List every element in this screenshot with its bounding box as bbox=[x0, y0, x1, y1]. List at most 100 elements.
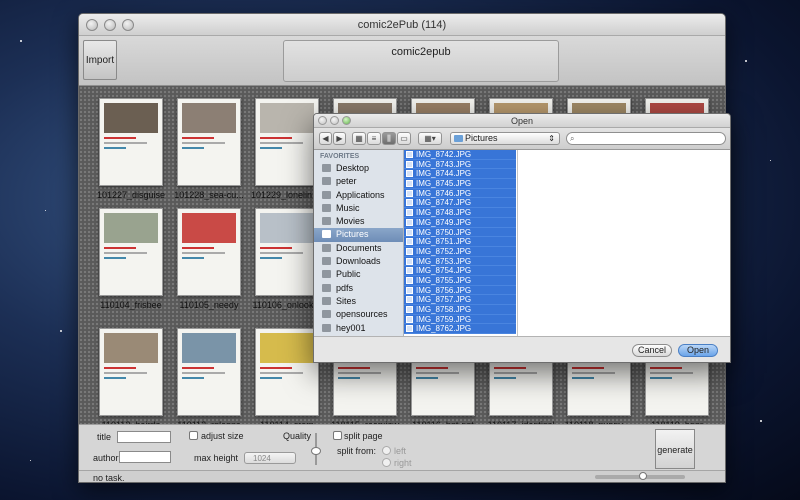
sidebar-item-desktop[interactable]: Desktop bbox=[314, 162, 403, 175]
cancel-button[interactable]: Cancel bbox=[632, 344, 672, 357]
image-file-icon bbox=[406, 180, 413, 188]
file-item[interactable]: IMG_8745.JPG bbox=[404, 179, 516, 189]
file-item[interactable]: IMG_8758.JPG bbox=[404, 305, 516, 315]
icon-view-button[interactable]: ▦ bbox=[352, 132, 366, 145]
file-name: IMG_8748.JPG bbox=[416, 208, 472, 218]
folder-icon bbox=[322, 177, 331, 186]
comic-thumbnail[interactable]: 110112_hairdo bbox=[95, 328, 167, 430]
thumbnail-image bbox=[182, 333, 236, 363]
star bbox=[770, 160, 771, 161]
sidebar-item-pictures[interactable]: Pictures bbox=[314, 228, 403, 242]
sidebar-item-hey001[interactable]: hey001 bbox=[314, 322, 403, 335]
sidebar-item-label: Sites bbox=[336, 295, 357, 306]
sidebar-item-movies[interactable]: Movies bbox=[314, 215, 403, 228]
dialog-toolbar: ◀ ▶ ▦ ≡ ⫼ ▭ ▦▾ Pictures ⇕ ⌕ bbox=[314, 128, 730, 150]
split-left-radio[interactable] bbox=[382, 446, 391, 455]
file-item[interactable]: IMG_8753.JPG bbox=[404, 256, 516, 267]
file-item[interactable]: IMG_8756.JPG bbox=[404, 285, 516, 296]
coverflow-view-button[interactable]: ▭ bbox=[397, 132, 411, 145]
forward-arrow-icon: ▶ bbox=[336, 134, 343, 143]
thumbnail-text-lines bbox=[182, 367, 236, 379]
open-button[interactable]: Open bbox=[678, 344, 718, 357]
sidebar-item-sites[interactable]: Sites bbox=[314, 295, 403, 308]
split-right-label: right bbox=[394, 458, 412, 468]
dialog-close-button[interactable] bbox=[318, 116, 327, 125]
comic-thumbnail[interactable]: 101228_sea-cu... bbox=[173, 98, 245, 200]
file-item[interactable]: IMG_8752.JPG bbox=[404, 246, 516, 257]
sidebar-item-pdfs[interactable]: pdfs bbox=[314, 282, 403, 295]
import-button[interactable]: Import bbox=[83, 40, 117, 80]
file-item[interactable]: IMG_8746.JPG bbox=[404, 188, 516, 199]
thumbnail-text-lines bbox=[182, 137, 236, 149]
thumbnail-frame bbox=[99, 328, 163, 416]
quality-slider-knob[interactable] bbox=[311, 447, 321, 455]
star bbox=[20, 40, 22, 42]
sidebar-item-label: Downloads bbox=[336, 256, 381, 267]
sidebar-item-documents[interactable]: Documents bbox=[314, 242, 403, 255]
sidebar-item-label: Pictures bbox=[336, 229, 369, 240]
location-popup[interactable]: Pictures ⇕ bbox=[450, 132, 560, 145]
folder-icon bbox=[322, 164, 331, 172]
thumbnail-text-lines bbox=[104, 367, 158, 379]
zoom-slider[interactable] bbox=[595, 472, 685, 480]
quality-label: Quality bbox=[283, 431, 312, 441]
image-file-icon bbox=[406, 296, 413, 304]
column-view-button[interactable]: ⫼ bbox=[382, 132, 396, 145]
list-view-button[interactable]: ≡ bbox=[367, 132, 381, 145]
zoom-slider-knob[interactable] bbox=[639, 472, 647, 480]
comic-thumbnail[interactable]: 110104_frisbee bbox=[95, 208, 167, 310]
sidebar-item-public[interactable]: Public bbox=[314, 268, 403, 281]
adjust-size-checkbox[interactable] bbox=[189, 431, 198, 440]
favorites-header: FAVORITES bbox=[320, 153, 360, 160]
forward-button[interactable]: ▶ bbox=[333, 132, 346, 145]
sidebar-item-peter[interactable]: peter bbox=[314, 175, 403, 188]
thumbnail-frame bbox=[255, 328, 319, 416]
file-item[interactable]: IMG_8762.JPG bbox=[404, 324, 516, 335]
popup-arrows-icon: ⇕ bbox=[548, 134, 555, 143]
image-file-icon bbox=[406, 306, 413, 313]
dialog-minimize-button[interactable] bbox=[330, 116, 339, 125]
minimize-window-button[interactable] bbox=[104, 19, 116, 31]
folder-icon bbox=[322, 257, 331, 266]
file-name: IMG_8745.JPG bbox=[416, 179, 472, 189]
comic-thumbnail[interactable]: 110105_needy bbox=[173, 208, 245, 310]
list-view-icon: ≡ bbox=[371, 134, 377, 143]
comic-thumbnail[interactable]: 101227_disguise bbox=[95, 98, 167, 200]
comic-thumbnail[interactable]: 110113_release bbox=[173, 328, 245, 430]
window-title: comic2ePub (114) bbox=[357, 19, 447, 31]
thumbnail-text-lines bbox=[416, 367, 470, 379]
back-button[interactable]: ◀ bbox=[319, 132, 332, 145]
sidebar-item-music[interactable]: Music bbox=[314, 202, 403, 215]
file-item[interactable]: IMG_8744.JPG bbox=[404, 169, 516, 180]
sidebar-item-opensources[interactable]: opensources bbox=[314, 308, 403, 321]
image-file-icon bbox=[406, 267, 413, 275]
comic-title-box[interactable]: comic2epub bbox=[283, 40, 559, 82]
file-item[interactable]: IMG_8743.JPG bbox=[404, 159, 516, 170]
file-item[interactable]: IMG_8748.JPG bbox=[404, 208, 516, 218]
file-item[interactable]: IMG_8747.JPG bbox=[404, 198, 516, 209]
image-file-icon bbox=[406, 151, 413, 158]
file-item[interactable]: IMG_8750.JPG bbox=[404, 227, 516, 238]
file-name: IMG_8754.JPG bbox=[416, 266, 472, 276]
title-input[interactable] bbox=[117, 431, 171, 443]
file-item[interactable]: IMG_8755.JPG bbox=[404, 275, 516, 286]
sidebar-item-applications[interactable]: Applications bbox=[314, 189, 403, 202]
zoom-window-button[interactable] bbox=[122, 19, 134, 31]
file-item[interactable]: IMG_8759.JPG bbox=[404, 314, 516, 325]
dialog-zoom-button[interactable] bbox=[342, 116, 351, 125]
sidebar-item-downloads[interactable]: Downloads bbox=[314, 255, 403, 268]
close-window-button[interactable] bbox=[86, 19, 98, 31]
author-input[interactable] bbox=[119, 451, 171, 463]
generate-button[interactable]: generate bbox=[655, 429, 695, 469]
arrange-button[interactable]: ▦▾ bbox=[418, 132, 442, 145]
split-page-checkbox[interactable] bbox=[333, 431, 342, 440]
file-item[interactable]: IMG_8742.JPG bbox=[404, 150, 516, 160]
file-item[interactable]: IMG_8751.JPG bbox=[404, 237, 516, 247]
search-field[interactable]: ⌕ bbox=[566, 132, 726, 145]
max-height-select[interactable]: 1024 bbox=[244, 452, 296, 464]
file-item[interactable]: IMG_8754.JPG bbox=[404, 266, 516, 276]
thumbnail-text-lines bbox=[260, 247, 314, 259]
split-right-radio[interactable] bbox=[382, 458, 391, 467]
file-item[interactable]: IMG_8749.JPG bbox=[404, 217, 516, 228]
file-item[interactable]: IMG_8757.JPG bbox=[404, 295, 516, 305]
